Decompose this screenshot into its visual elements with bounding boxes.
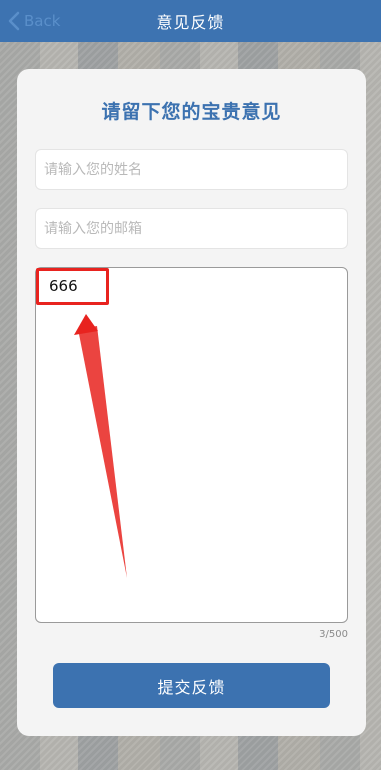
annotation-arrow [74, 314, 127, 578]
